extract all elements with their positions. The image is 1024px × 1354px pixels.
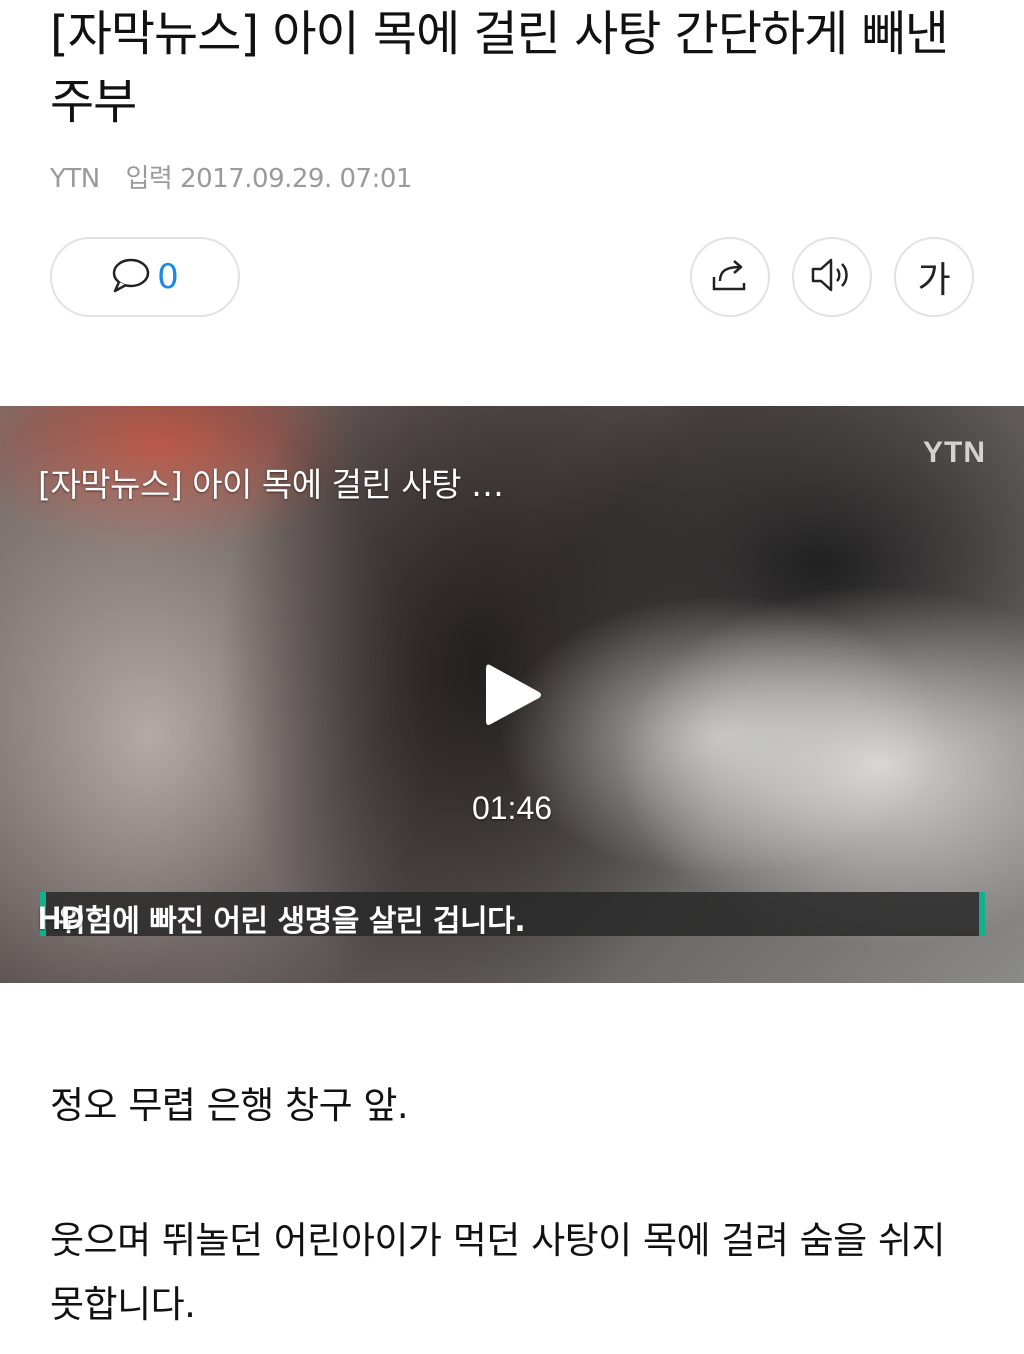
date-label: 입력 — [125, 164, 173, 194]
video-title: [자막뉴스] 아이 목에 걸린 사탕 … — [38, 465, 504, 504]
comment-button[interactable]: 0 — [50, 237, 240, 317]
share-icon — [710, 257, 750, 297]
video-duration: 01:46 — [471, 790, 553, 826]
font-size-button[interactable]: 가 — [894, 237, 974, 317]
speaker-icon — [809, 255, 855, 299]
subtitle-caption: 위험에 빠진 어린 생명을 살린 겁니다. — [58, 904, 526, 939]
read-aloud-button[interactable] — [792, 237, 872, 317]
channel-logo: YTN — [923, 436, 986, 469]
comment-count: 0 — [157, 257, 179, 297]
video-player[interactable]: [자막뉴스] 아이 목에 걸린 사탕 … YTN 01:46 위험에 빠진 어린… — [0, 406, 1024, 983]
font-size-label: 가 — [917, 260, 951, 301]
article-headline: [자막뉴스] 아이 목에 걸린 사탕 간단하게 빼낸 주부 — [50, 6, 949, 130]
play-icon[interactable] — [484, 661, 544, 729]
press-name[interactable]: YTN — [50, 164, 100, 194]
article-paragraph: 정오 무렵 은행 창구 앞. — [50, 1084, 409, 1127]
hd-badge: HD — [38, 900, 85, 936]
share-button[interactable] — [690, 237, 770, 317]
publish-date: 2017.09.29. 07:01 — [180, 164, 412, 194]
subtitle-caption-bar: 위험에 빠진 어린 생명을 살린 겁니다. — [40, 892, 985, 939]
article-byline: YTN 입력 2017.09.29. 07:01 — [50, 158, 412, 195]
article-paragraph: 웃으며 뛰놀던 어린아이가 먹던 사탕이 목에 걸려 숨을 쉬지 못합니다. — [50, 1219, 946, 1326]
comment-icon — [111, 257, 151, 297]
